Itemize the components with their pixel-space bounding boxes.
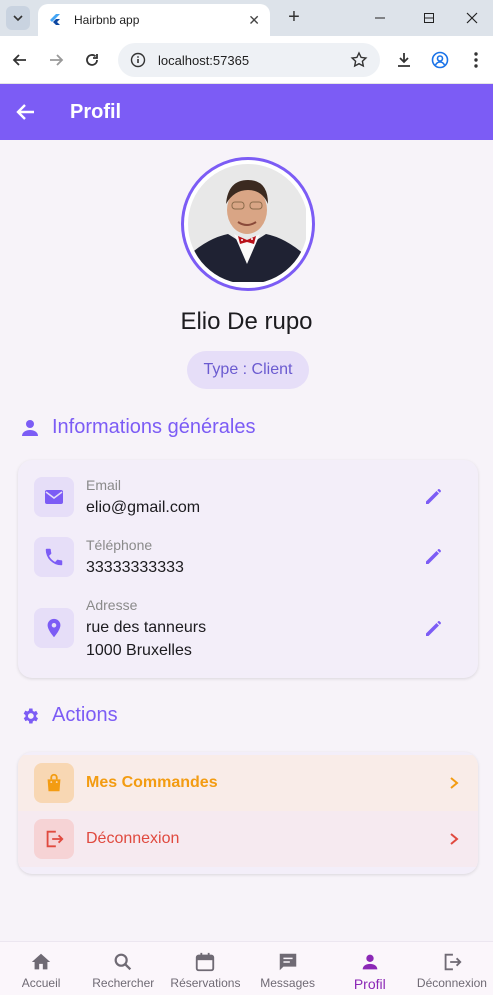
more-vertical-icon (474, 52, 478, 68)
user-name: Elio De rupo (180, 308, 313, 335)
close-window-button[interactable] (452, 0, 492, 36)
maximize-icon (424, 13, 434, 23)
reload-button[interactable] (80, 48, 104, 72)
browser-toolbar: localhost:57365 (0, 36, 493, 84)
avatar[interactable] (181, 157, 315, 291)
maximize-button[interactable] (409, 0, 449, 36)
search-icon (114, 953, 132, 971)
email-label: Email (86, 477, 122, 493)
general-info-title: Informations générales (52, 416, 256, 438)
phone-value: 33333333333 (86, 559, 184, 576)
nav-search[interactable]: Rechercher (82, 942, 164, 995)
person-icon (362, 954, 378, 970)
logout-icon-box (34, 819, 74, 859)
chat-icon (279, 953, 296, 971)
nav-bookings-label: Réservations (170, 976, 241, 990)
logout-icon (46, 830, 64, 848)
phone-icon-box (34, 537, 74, 577)
address-bar[interactable]: localhost:57365 (118, 43, 380, 77)
arrow-left-icon (16, 104, 34, 120)
bottom-navigation: Accueil Rechercher Réservations Messages… (0, 941, 493, 995)
nav-messages-label: Messages (260, 976, 315, 990)
orders-icon-box (34, 763, 74, 803)
browser-tab[interactable]: Hairbnb app ✕ (38, 4, 270, 36)
arrow-right-icon (50, 54, 64, 66)
forward-browser-button[interactable] (44, 48, 68, 72)
nav-bookings[interactable]: Réservations (164, 942, 246, 995)
info-icon[interactable] (130, 52, 146, 68)
shopping-bag-icon (47, 773, 61, 792)
actions-header: Actions (20, 704, 118, 727)
browser-menu-button[interactable] (464, 48, 488, 72)
home-icon (31, 953, 51, 970)
edit-phone-icon[interactable] (422, 544, 446, 568)
download-icon (398, 53, 410, 67)
chevron-down-icon (13, 15, 23, 22)
email-value: elio@gmail.com (86, 499, 201, 516)
general-info-card: Email elio@gmail.com Téléphone 333333333… (18, 460, 478, 678)
page-title: Profil (70, 100, 122, 123)
tab-title: Hairbnb app (74, 13, 140, 27)
nav-profile[interactable]: Profil (329, 942, 411, 995)
chevron-right-icon (450, 833, 459, 845)
location-icon-box (34, 608, 74, 648)
user-type-chip: Type : Client (187, 351, 309, 389)
edit-address-icon[interactable] (422, 616, 446, 640)
minimize-button-2[interactable] (360, 0, 400, 36)
logout-icon (444, 953, 462, 971)
general-info-header: Informations générales (20, 416, 255, 439)
my-orders-button[interactable]: Mes Commandes (18, 755, 478, 811)
nav-home-label: Accueil (21, 976, 61, 990)
flutter-icon (50, 14, 60, 25)
tab-search-menu-button[interactable] (6, 6, 30, 30)
mail-icon (45, 490, 63, 504)
back-browser-button[interactable] (8, 48, 32, 72)
edit-email-icon[interactable] (422, 484, 446, 508)
person-icon (22, 419, 38, 436)
actions-title: Actions (52, 704, 118, 726)
calendar-icon (196, 952, 215, 972)
address-label: Adresse (86, 597, 138, 613)
nav-messages[interactable]: Messages (247, 942, 329, 995)
minimize-icon (375, 17, 385, 19)
download-button[interactable] (392, 48, 416, 72)
close-icon (466, 12, 478, 24)
actions-card: Mes Commandes Déconnexion (18, 752, 478, 874)
back-button[interactable] (0, 84, 52, 140)
my-orders-label: Mes Commandes (86, 774, 218, 791)
logout-label: Déconnexion (86, 830, 180, 847)
email-icon-box (34, 477, 74, 517)
nav-logout-label: Déconnexion (416, 976, 487, 990)
chevron-right-icon (450, 777, 459, 789)
close-tab-icon[interactable]: ✕ (248, 12, 260, 29)
nav-home[interactable]: Accueil (0, 942, 82, 995)
url-text: localhost:57365 (158, 52, 250, 68)
profile-browser-button[interactable] (428, 48, 452, 72)
new-tab-button[interactable]: + (282, 6, 306, 30)
app-bar: Profil (0, 84, 493, 140)
phone-label: Téléphone (86, 537, 153, 553)
account-circle-icon (431, 51, 449, 69)
star-icon[interactable] (350, 51, 368, 69)
profile-photo (188, 164, 306, 282)
location-pin-icon (47, 618, 61, 638)
logout-action-button[interactable]: Déconnexion (18, 811, 478, 867)
address-line1: rue des tanneurs (86, 619, 207, 636)
phone-icon (45, 548, 63, 566)
nav-logout[interactable]: Déconnexion (411, 942, 493, 995)
nav-profile-label: Profil (353, 976, 386, 992)
arrow-left-icon (12, 54, 26, 66)
address-line2: 1000 Bruxelles (86, 642, 192, 659)
nav-search-label: Rechercher (92, 976, 155, 990)
reload-icon (86, 54, 98, 66)
gear-icon (23, 708, 38, 723)
